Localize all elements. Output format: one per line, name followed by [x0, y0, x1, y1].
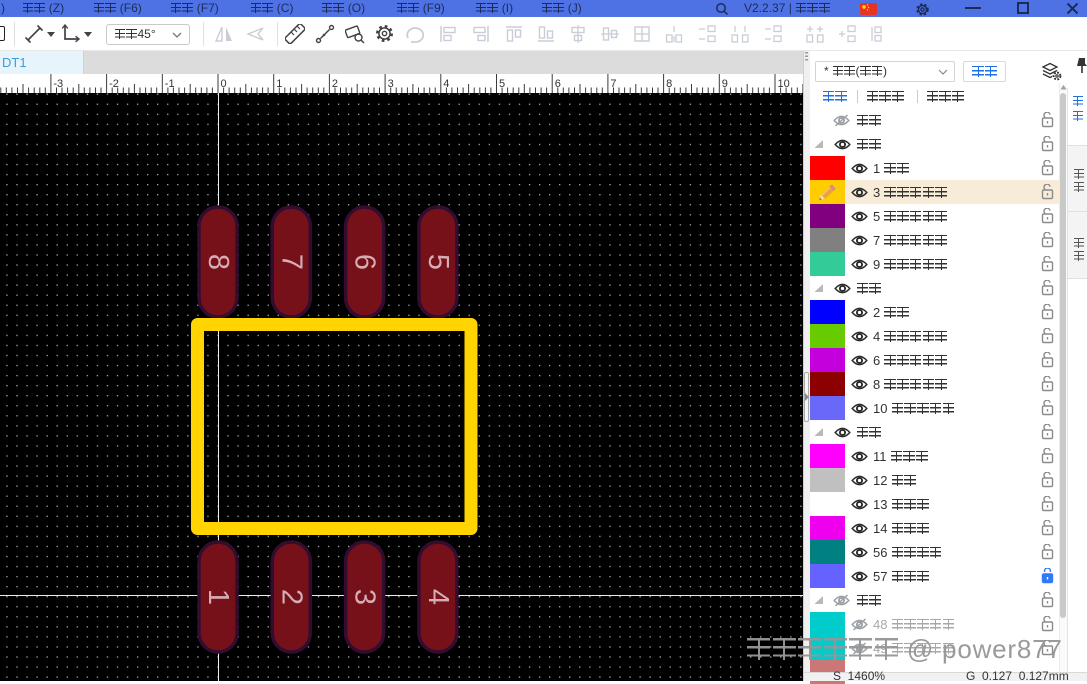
svg-text:10: 10: [778, 78, 790, 90]
svg-text:4: 4: [422, 589, 454, 605]
svg-text:5: 5: [422, 254, 454, 270]
svg-text:7: 7: [275, 254, 307, 270]
svg-text:3: 3: [349, 589, 381, 605]
svg-text:6: 6: [349, 254, 381, 270]
svg-text:8: 8: [202, 254, 234, 270]
svg-text:1: 1: [202, 589, 234, 605]
svg-text:2: 2: [275, 589, 307, 605]
